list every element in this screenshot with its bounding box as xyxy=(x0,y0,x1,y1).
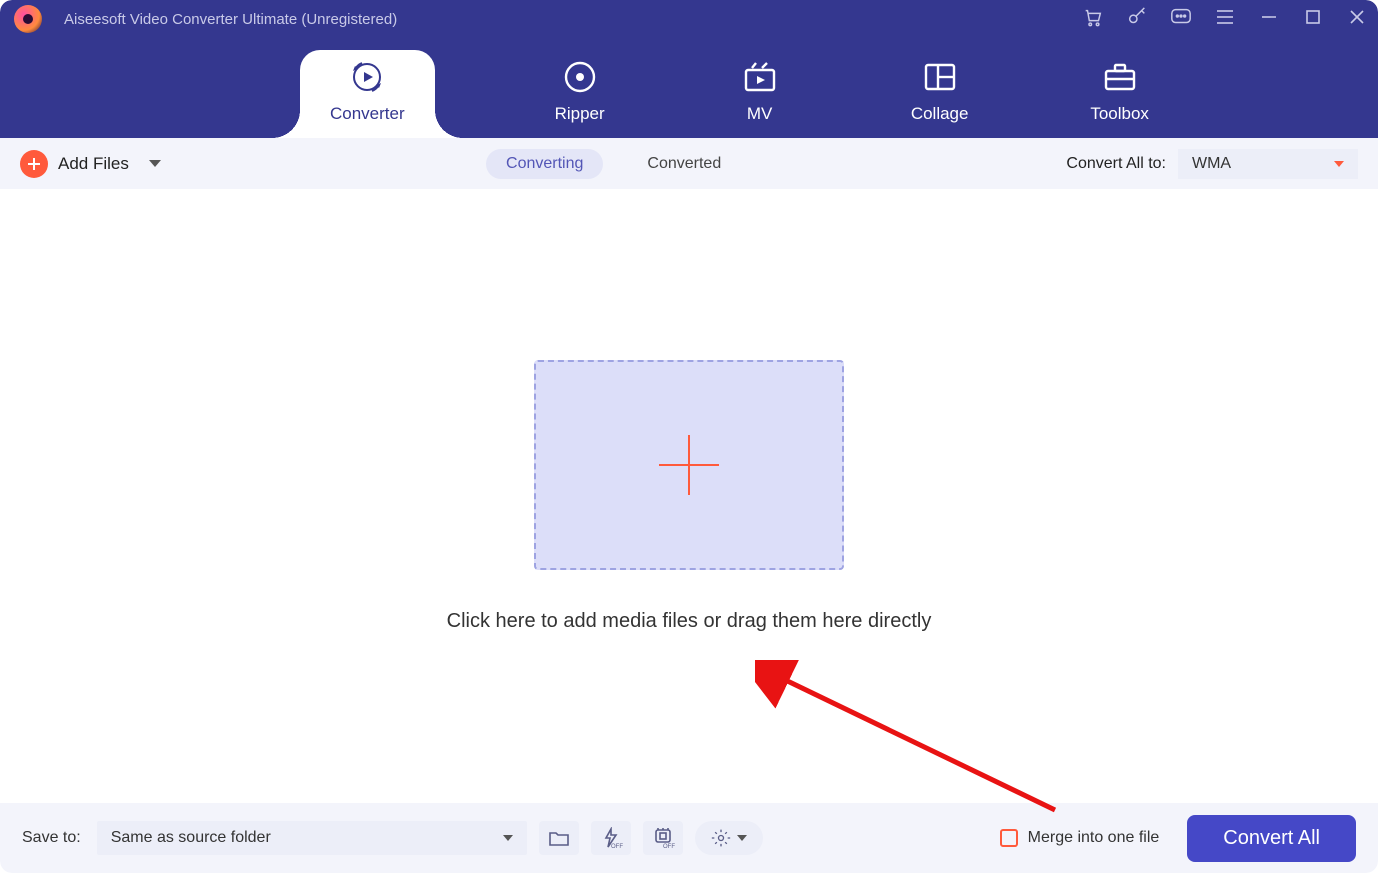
tab-collage[interactable]: Collage xyxy=(905,60,975,138)
tab-label: Ripper xyxy=(555,104,605,138)
mv-icon xyxy=(742,60,778,94)
close-icon[interactable] xyxy=(1346,6,1368,28)
tab-label: Converter xyxy=(330,104,405,138)
main-area: Click here to add media files or drag th… xyxy=(0,190,1378,803)
main-tabs: Converter Ripper MV Collage xyxy=(0,38,1378,138)
toolbox-icon xyxy=(1102,60,1138,94)
add-files-button[interactable]: Add Files xyxy=(20,150,161,178)
tab-label: MV xyxy=(747,104,773,138)
app-header: Aiseesoft Video Converter Ultimate (Unre… xyxy=(0,0,1378,138)
dropzone-hint: Click here to add media files or drag th… xyxy=(447,610,932,633)
status-segment: Converting Converted xyxy=(486,149,741,179)
sub-toolbar: Add Files Converting Converted Convert A… xyxy=(0,138,1378,190)
key-icon[interactable] xyxy=(1126,6,1148,28)
merge-label: Merge into one file xyxy=(1028,829,1160,847)
add-files-label: Add Files xyxy=(58,154,129,174)
app-window: Aiseesoft Video Converter Ultimate (Unre… xyxy=(0,0,1378,873)
chevron-down-icon xyxy=(503,835,513,841)
save-to-label: Save to: xyxy=(22,829,81,847)
minimize-icon[interactable] xyxy=(1258,6,1280,28)
open-folder-button[interactable] xyxy=(539,821,579,855)
app-title: Aiseesoft Video Converter Ultimate (Unre… xyxy=(64,11,397,28)
save-to-select[interactable]: Same as source folder xyxy=(97,821,527,855)
cart-icon[interactable] xyxy=(1082,6,1104,28)
menu-icon[interactable] xyxy=(1214,6,1236,28)
plus-icon xyxy=(20,150,48,178)
chevron-down-icon xyxy=(149,160,161,167)
footer-bar: Save to: Same as source folder OFF OFF M… xyxy=(0,803,1378,873)
converter-icon xyxy=(349,60,385,94)
window-controls xyxy=(1082,6,1368,28)
ripper-icon xyxy=(563,60,597,94)
tab-label: Toolbox xyxy=(1090,104,1149,138)
svg-text:OFF: OFF xyxy=(611,844,623,849)
gpu-accel-toggle[interactable]: OFF xyxy=(643,821,683,855)
checkbox-icon xyxy=(1000,829,1018,847)
feedback-icon[interactable] xyxy=(1170,6,1192,28)
segment-converting[interactable]: Converting xyxy=(486,149,603,179)
segment-converted[interactable]: Converted xyxy=(627,149,741,179)
svg-text:OFF: OFF xyxy=(663,844,675,849)
output-format-select[interactable]: WMA xyxy=(1178,149,1358,179)
tab-converter[interactable]: Converter xyxy=(300,50,435,138)
convert-all-button[interactable]: Convert All xyxy=(1187,815,1356,862)
maximize-icon[interactable] xyxy=(1302,6,1324,28)
settings-button[interactable] xyxy=(695,821,763,855)
tab-label: Collage xyxy=(911,104,969,138)
save-to-value: Same as source folder xyxy=(111,829,271,847)
convert-all-to-group: Convert All to: WMA xyxy=(1066,149,1358,179)
chevron-down-icon xyxy=(1334,161,1344,167)
tab-mv[interactable]: MV xyxy=(725,60,795,138)
high-speed-toggle[interactable]: OFF xyxy=(591,821,631,855)
merge-checkbox[interactable]: Merge into one file xyxy=(1000,829,1160,847)
plus-icon xyxy=(659,435,719,495)
app-logo-icon xyxy=(14,5,42,33)
tab-ripper[interactable]: Ripper xyxy=(545,60,615,138)
add-media-dropzone[interactable] xyxy=(534,360,844,570)
chevron-down-icon xyxy=(737,835,747,841)
tab-toolbox[interactable]: Toolbox xyxy=(1085,60,1155,138)
collage-icon xyxy=(923,60,957,94)
convert-all-to-label: Convert All to: xyxy=(1066,155,1166,173)
output-format-value: WMA xyxy=(1192,155,1231,173)
